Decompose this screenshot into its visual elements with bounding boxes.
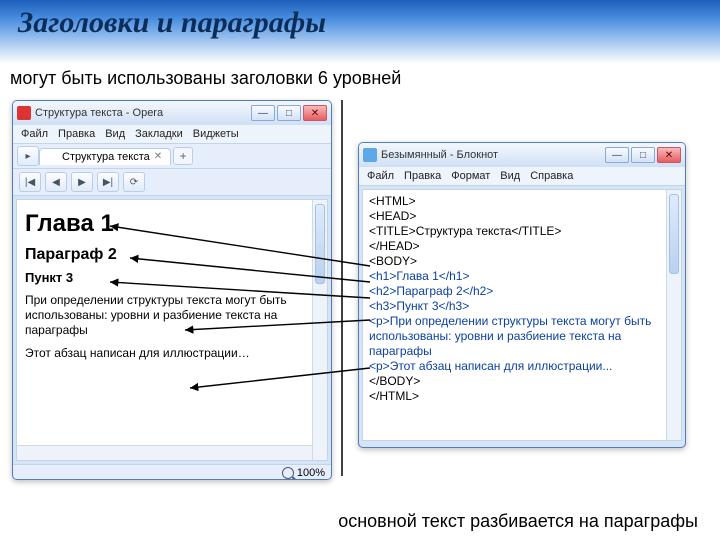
code-line: <HTML>: [369, 194, 675, 209]
page-icon: [48, 152, 58, 162]
browser-statusbar: 100%: [13, 464, 331, 480]
browser-nav-toolbar: |◀ ◀ ▶ ▶| ⟳: [13, 169, 331, 196]
browser-scrollbar-h[interactable]: [17, 445, 312, 460]
tab-label: Структура текста: [62, 151, 150, 163]
scroll-thumb[interactable]: [669, 194, 679, 274]
menu-format[interactable]: Формат: [451, 170, 490, 182]
menu-widgets[interactable]: Виджеты: [193, 128, 239, 140]
subtitle-text: могут быть использованы заголовки 6 уров…: [0, 64, 720, 93]
page-header: Заголовки и параграфы: [0, 0, 720, 64]
notepad-scrollbar-v[interactable]: [666, 190, 681, 440]
code-line: </BODY>: [369, 374, 675, 389]
zoom-value: 100%: [297, 467, 325, 479]
page-p1: При определении структуры текста могут б…: [25, 293, 319, 338]
panel-toggle-button[interactable]: ▸: [17, 146, 39, 166]
close-button[interactable]: ✕: [657, 147, 681, 163]
menu-help[interactable]: Справка: [530, 170, 573, 182]
code-line-p1: <p>При определении структуры текста могу…: [369, 314, 675, 359]
code-line-h1: <h1>Глава 1</h1>: [369, 269, 675, 284]
maximize-button[interactable]: □: [631, 147, 655, 163]
scroll-thumb[interactable]: [315, 204, 325, 284]
code-line-p2: <p>Этот абзац написан для иллюстрации...: [369, 359, 675, 374]
minimize-button[interactable]: —: [251, 105, 275, 121]
browser-titlebar[interactable]: Структура текста - Opera — □ ✕: [13, 101, 331, 125]
nav-first-button[interactable]: |◀: [19, 172, 41, 192]
page-h2: Параграф 2: [25, 246, 319, 264]
code-line: <TITLE>Структура текста</TITLE>: [369, 224, 675, 239]
menu-edit[interactable]: Правка: [58, 128, 95, 140]
code-line: <BODY>: [369, 254, 675, 269]
browser-viewport: Глава 1 Параграф 2 Пункт 3 При определен…: [16, 199, 328, 461]
menu-view[interactable]: Вид: [105, 128, 125, 140]
notepad-titlebar[interactable]: Безымянный - Блокнот — □ ✕: [359, 143, 685, 167]
page-h1: Глава 1: [25, 210, 319, 238]
browser-tabstrip: ▸ Структура текста ✕ +: [13, 144, 331, 169]
menu-view[interactable]: Вид: [500, 170, 520, 182]
browser-scrollbar-v[interactable]: [312, 200, 327, 460]
rendered-page: Глава 1 Параграф 2 Пункт 3 При определен…: [17, 200, 327, 460]
menu-bookmarks[interactable]: Закладки: [135, 128, 183, 140]
bottom-caption: основной текст разбивается на параграфы: [338, 511, 698, 532]
menu-file[interactable]: Файл: [21, 128, 48, 140]
page-h3: Пункт 3: [25, 270, 319, 285]
maximize-button[interactable]: □: [277, 105, 301, 121]
new-tab-button[interactable]: +: [173, 147, 193, 165]
menu-edit[interactable]: Правка: [404, 170, 441, 182]
code-line-h2: <h2>Параграф 2</h2>: [369, 284, 675, 299]
browser-tab[interactable]: Структура текста ✕: [39, 148, 171, 165]
tab-close-icon[interactable]: ✕: [154, 151, 162, 162]
code-line: <HEAD>: [369, 209, 675, 224]
code-line: </HEAD>: [369, 239, 675, 254]
code-line-h3: <h3>Пункт 3</h3>: [369, 299, 675, 314]
close-button[interactable]: ✕: [303, 105, 327, 121]
browser-menubar: Файл Правка Вид Закладки Виджеты: [13, 125, 331, 144]
notepad-window: Безымянный - Блокнот — □ ✕ Файл Правка Ф…: [358, 142, 686, 448]
notepad-icon: [363, 148, 377, 162]
nav-forward-button[interactable]: ▶: [71, 172, 93, 192]
zoom-control[interactable]: 100%: [282, 467, 325, 479]
notepad-menubar: Файл Правка Формат Вид Справка: [359, 167, 685, 186]
notepad-window-title: Безымянный - Блокнот: [381, 149, 605, 161]
notepad-textarea[interactable]: <HTML> <HEAD> <TITLE>Структура текста</T…: [363, 190, 681, 440]
menu-file[interactable]: Файл: [367, 170, 394, 182]
page-p2: Этот абзац написан для иллюстрации…: [25, 346, 319, 361]
nav-reload-button[interactable]: ⟳: [123, 172, 145, 192]
notepad-content: <HTML> <HEAD> <TITLE>Структура текста</T…: [362, 189, 682, 441]
minimize-button[interactable]: —: [605, 147, 629, 163]
nav-back-button[interactable]: ◀: [45, 172, 67, 192]
page-title: Заголовки и параграфы: [18, 6, 702, 40]
code-line: </HTML>: [369, 389, 675, 404]
nav-last-button[interactable]: ▶|: [97, 172, 119, 192]
browser-window: Структура текста - Opera — □ ✕ Файл Прав…: [12, 100, 332, 480]
browser-window-title: Структура текста - Opera: [35, 107, 251, 119]
opera-icon: [17, 106, 31, 120]
magnifier-icon: [282, 467, 294, 479]
